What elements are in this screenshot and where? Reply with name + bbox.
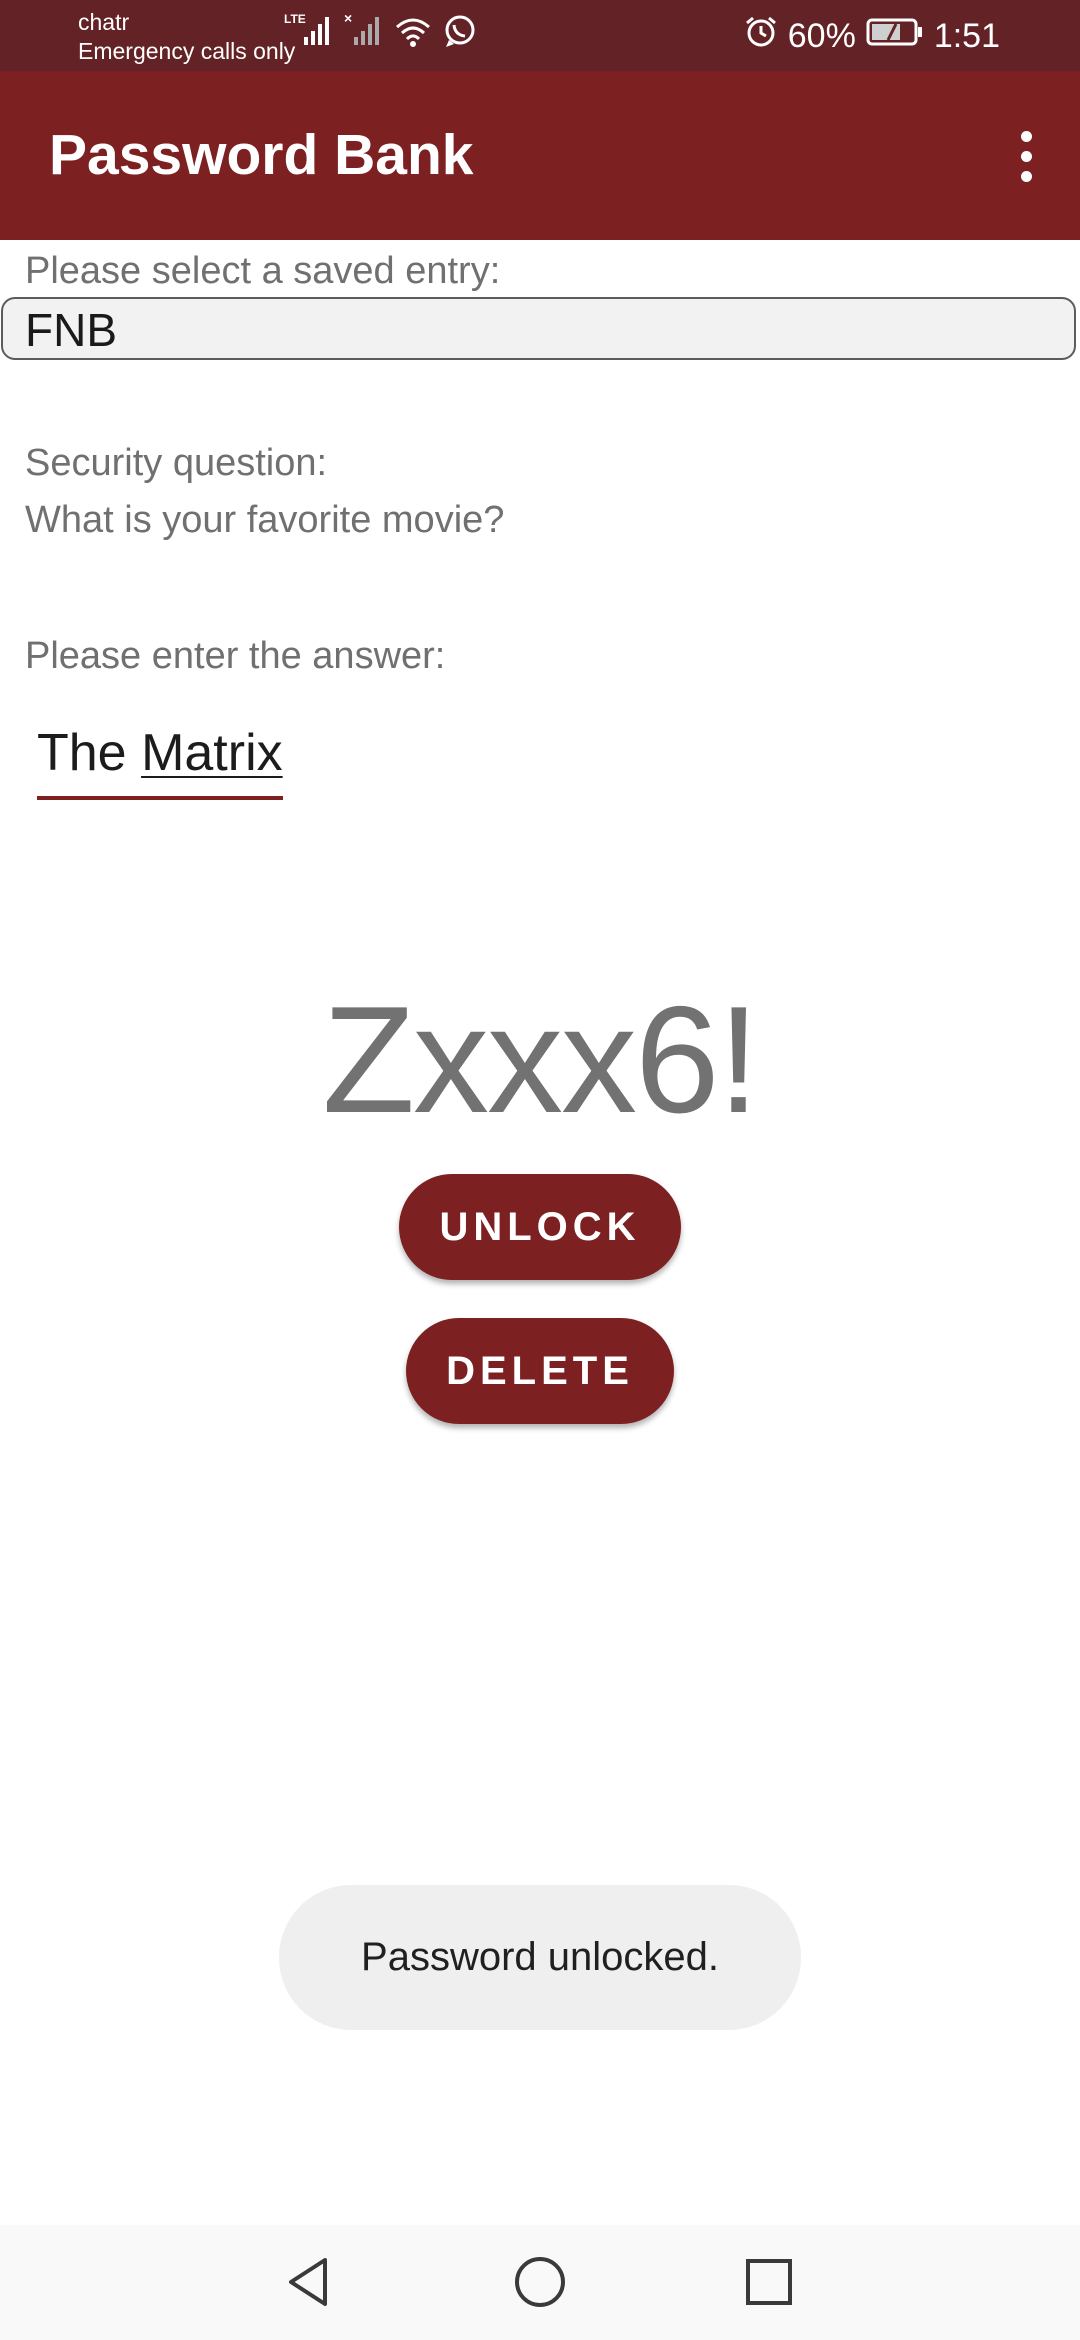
alarm-icon — [744, 15, 778, 58]
answer-word-1: The — [37, 724, 127, 782]
carrier-info: chatr Emergency calls only — [78, 8, 295, 66]
back-icon[interactable] — [273, 2247, 343, 2317]
navigation-bar — [0, 2225, 1080, 2340]
emergency-text: Emergency calls only — [78, 38, 296, 64]
overflow-menu-icon[interactable] — [1006, 126, 1046, 186]
entry-selected-value: FNB — [25, 304, 117, 356]
clock-time: 1:51 — [933, 16, 1000, 55]
app-title: Password Bank — [49, 123, 474, 187]
entry-select[interactable]: FNB — [1, 297, 1076, 360]
wifi-icon — [394, 15, 432, 54]
answer-text: The Matrix — [37, 724, 283, 782]
status-bar: chatr Emergency calls only LTE × 60% 1:5… — [0, 0, 1080, 71]
answer-input[interactable]: The Matrix — [37, 718, 283, 800]
answer-word-2: Matrix — [141, 724, 283, 782]
security-question-label: Security question: — [25, 442, 328, 484]
signal-icons: LTE × — [284, 10, 478, 54]
recents-icon[interactable] — [734, 2247, 804, 2317]
carrier-name: chatr — [78, 9, 130, 35]
status-right: 60% 1:51 — [744, 14, 1000, 58]
unlock-button[interactable]: UNLOCK — [399, 1174, 681, 1280]
battery-percent: 60% — [787, 16, 856, 55]
answer-label: Please enter the answer: — [25, 635, 446, 677]
home-icon[interactable] — [505, 2247, 575, 2317]
security-question-text: What is your favorite movie? — [25, 499, 505, 541]
lte-signal-icon: LTE — [284, 11, 334, 54]
entry-label: Please select a saved entry: — [25, 250, 501, 292]
battery-icon — [866, 17, 924, 56]
no-sim-signal-icon: × — [344, 10, 384, 54]
toast-message: Password unlocked. — [279, 1885, 801, 2030]
password-display: Zxxx6! — [322, 975, 760, 1145]
svg-text:LTE: LTE — [284, 12, 306, 26]
svg-text:×: × — [344, 11, 352, 26]
whatsapp-icon — [442, 13, 478, 54]
app-bar: Password Bank — [0, 71, 1080, 240]
delete-button[interactable]: DELETE — [406, 1318, 674, 1424]
